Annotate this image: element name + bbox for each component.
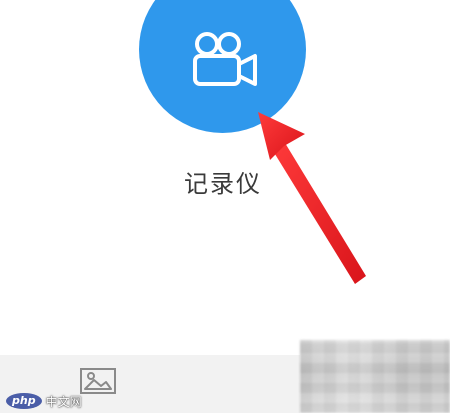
video-camera-icon (193, 32, 257, 86)
screen: 记录仪 php 中文网 (0, 0, 450, 413)
recorder-label: 记录仪 (184, 170, 262, 198)
watermark-logo: php (6, 393, 42, 409)
image-gallery-icon[interactable] (78, 366, 118, 396)
watermark: php 中文网 (6, 391, 82, 411)
recorder-button[interactable] (139, 0, 306, 133)
watermark-text: 中文网 (45, 394, 82, 409)
blurred-thumbnail (300, 340, 450, 413)
